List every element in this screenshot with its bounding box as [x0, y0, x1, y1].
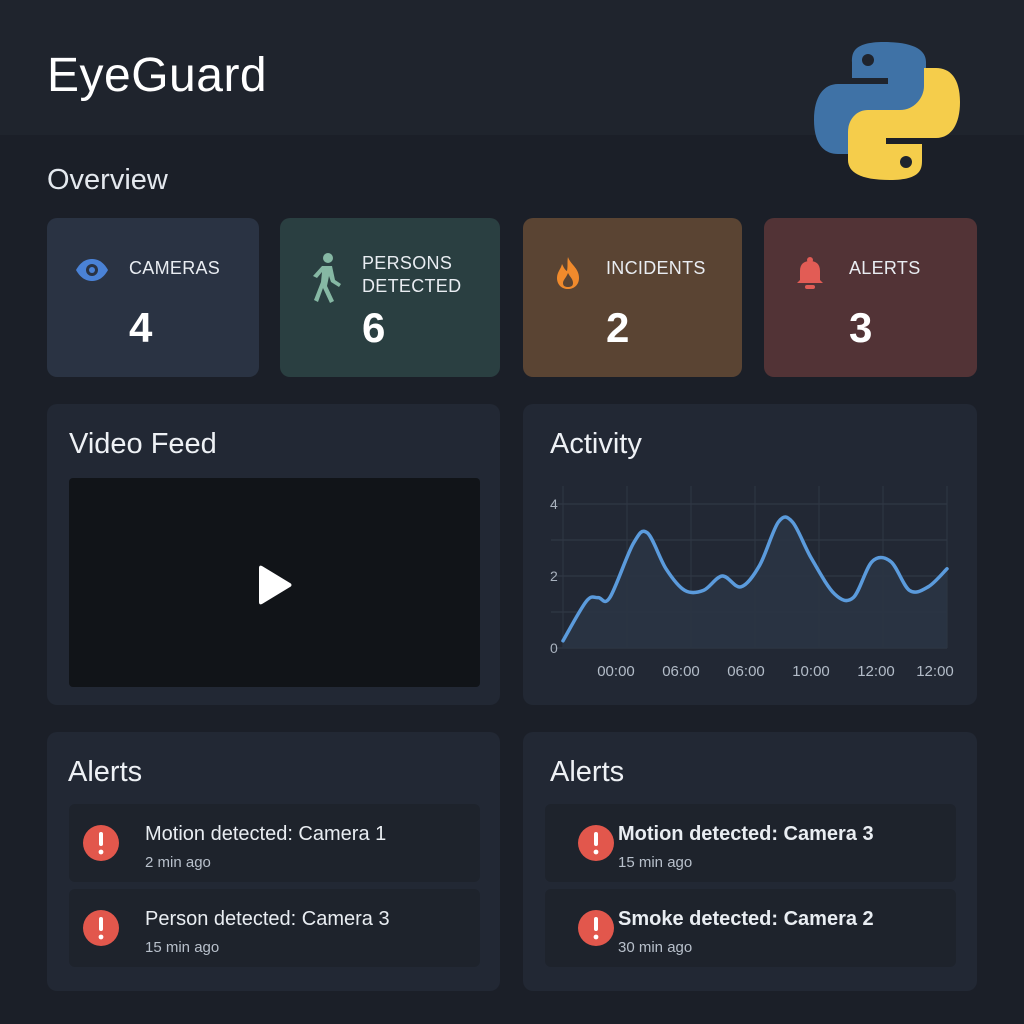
alert-icon — [578, 910, 614, 946]
alerts-title: Alerts — [550, 756, 625, 788]
stat-label: INCIDENTS — [606, 258, 706, 278]
video-feed-panel: Video Feed — [47, 404, 500, 705]
stat-card-alerts[interactable]: ALERTS 3 — [764, 218, 977, 377]
x-tick-label: 06:00 — [662, 663, 700, 680]
stat-value: 2 — [606, 304, 630, 351]
overview-title: Overview — [47, 164, 168, 196]
walking-person-icon — [313, 253, 341, 303]
alert-icon — [83, 910, 119, 946]
alerts-panel-left: Alerts Motion detected: Camera 1 2 min a… — [47, 732, 500, 991]
alert-title: Motion detected: Camera 1 — [145, 823, 387, 845]
stat-value: 4 — [129, 304, 153, 351]
x-tick-label: 12:00 — [916, 663, 954, 680]
app-title: EyeGuard — [47, 49, 268, 102]
alert-title: Smoke detected: Camera 2 — [618, 908, 874, 930]
x-tick-label: 12:00 — [857, 663, 895, 680]
app-header: EyeGuard — [0, 0, 1024, 180]
alerts-panel-right: Alerts Motion detected: Camera 3 15 min … — [523, 732, 977, 991]
y-tick-label: 4 — [550, 496, 558, 512]
stat-value: 6 — [362, 304, 386, 351]
stat-value: 3 — [849, 304, 873, 351]
alert-time: 15 min ago — [618, 854, 693, 871]
x-tick-label: 00:00 — [597, 663, 635, 680]
alert-item[interactable]: Motion detected: Camera 3 15 min ago — [545, 804, 956, 882]
alert-icon — [578, 825, 614, 861]
stat-label: ALERTS — [849, 258, 921, 278]
x-tick-label: 06:00 — [727, 663, 765, 680]
x-tick-label: 10:00 — [792, 663, 830, 680]
stat-card-persons[interactable]: PERSONS DETECTED 6 — [280, 218, 500, 377]
alert-time: 30 min ago — [618, 939, 693, 956]
alert-icon — [83, 825, 119, 861]
activity-chart: 0 2 4 00:00 06:00 06:00 10:00 12:00 12:00 — [550, 486, 954, 680]
alert-title: Person detected: Camera 3 — [145, 908, 390, 930]
video-feed-title: Video Feed — [69, 428, 217, 460]
y-tick-label: 2 — [550, 568, 558, 584]
eye-icon — [76, 259, 108, 281]
alerts-title: Alerts — [68, 756, 143, 788]
alert-item[interactable]: Smoke detected: Camera 2 30 min ago — [545, 889, 956, 967]
video-player[interactable] — [69, 478, 480, 687]
stat-card-incidents[interactable]: INCIDENTS 2 — [523, 218, 742, 377]
alert-time: 15 min ago — [145, 939, 220, 956]
alert-time: 2 min ago — [145, 854, 211, 871]
python-logo-icon — [814, 42, 960, 180]
stat-label: PERSONS DETECTED — [362, 253, 462, 296]
y-tick-label: 0 — [550, 640, 558, 656]
activity-panel: Activity 024 00:00 06:00 06:00 10:00 12:00 12… — [523, 404, 977, 705]
alert-item[interactable]: Motion detected: Camera 1 2 min ago — [69, 804, 480, 882]
stat-card-cameras[interactable]: CAMERAS 4 — [47, 218, 259, 377]
alert-title: Motion detected: Camera 3 — [618, 823, 874, 845]
stat-label: CAMERAS — [129, 258, 221, 278]
fire-icon — [557, 257, 579, 289]
bell-icon — [797, 257, 823, 289]
alert-item[interactable]: Person detected: Camera 3 15 min ago — [69, 889, 480, 967]
play-icon[interactable] — [258, 564, 292, 606]
